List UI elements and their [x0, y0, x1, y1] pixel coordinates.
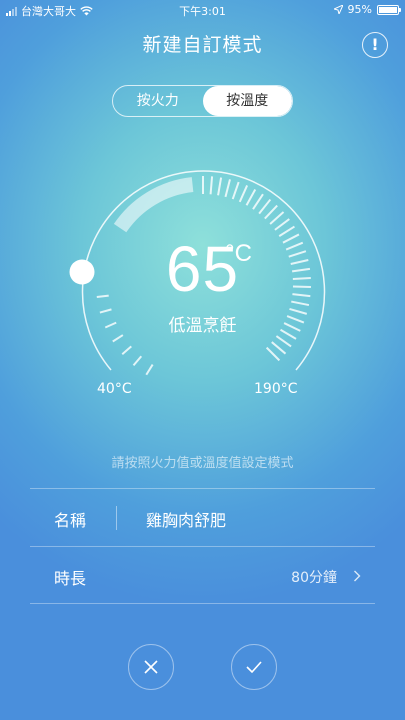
temperature-display: 65 °C	[0, 232, 405, 306]
confirm-button[interactable]	[231, 644, 277, 690]
name-field-row[interactable]: 名稱 雞胸肉舒肥	[30, 488, 375, 546]
dial-tick	[231, 181, 240, 200]
battery-icon	[377, 4, 401, 15]
dial-tick	[265, 346, 281, 362]
range-max-label: 190°C	[254, 381, 298, 397]
chevron-right-icon	[354, 570, 361, 582]
dial-tick	[145, 364, 154, 376]
duration-label: 時長	[54, 569, 87, 588]
dial-tick	[271, 341, 287, 355]
name-label: 名稱	[54, 511, 87, 530]
dial-tick	[252, 193, 264, 210]
close-icon	[144, 660, 158, 674]
range-min-label: 40°C	[97, 381, 132, 397]
duration-field-row[interactable]: 時長 80分鐘	[30, 546, 375, 604]
checkmark-icon	[246, 661, 262, 674]
duration-value: 80分鐘	[291, 570, 337, 586]
hint-text: 請按照火力值或溫度值設定模式	[111, 456, 294, 471]
dial-tick	[112, 334, 124, 343]
location-arrow-icon	[333, 5, 343, 14]
dial-tick	[217, 177, 223, 196]
cooking-mode-label: 低溫烹飪	[168, 316, 237, 336]
dial-tick	[258, 198, 272, 215]
battery-percent: 95%	[347, 3, 372, 16]
cancel-button[interactable]	[128, 644, 174, 690]
dial-tick	[264, 204, 278, 220]
dial-tick	[274, 218, 290, 231]
info-icon[interactable]: !	[362, 32, 388, 58]
segment-by-temperature[interactable]: 按溫度	[202, 86, 292, 116]
dial-tick	[132, 355, 143, 367]
dial-tick	[121, 345, 132, 355]
page-title: 新建自訂模式	[142, 34, 263, 56]
status-bar: 台灣大哥大 下午3:01 95%	[0, 0, 405, 20]
dial-tick	[245, 188, 257, 206]
dial-tick	[269, 211, 285, 225]
dial-tick	[238, 185, 249, 203]
dial-tick	[224, 179, 231, 198]
dial-tick	[275, 335, 292, 348]
segment-by-power[interactable]: 按火力	[113, 86, 203, 116]
dial-tick	[209, 176, 214, 195]
temperature-unit: °C	[225, 240, 252, 267]
field-divider	[116, 506, 117, 530]
dial-progress-arc	[113, 177, 194, 233]
name-input[interactable]: 雞胸肉舒肥	[146, 507, 226, 531]
mode-segmented-control: 按火力 按溫度	[112, 85, 293, 117]
